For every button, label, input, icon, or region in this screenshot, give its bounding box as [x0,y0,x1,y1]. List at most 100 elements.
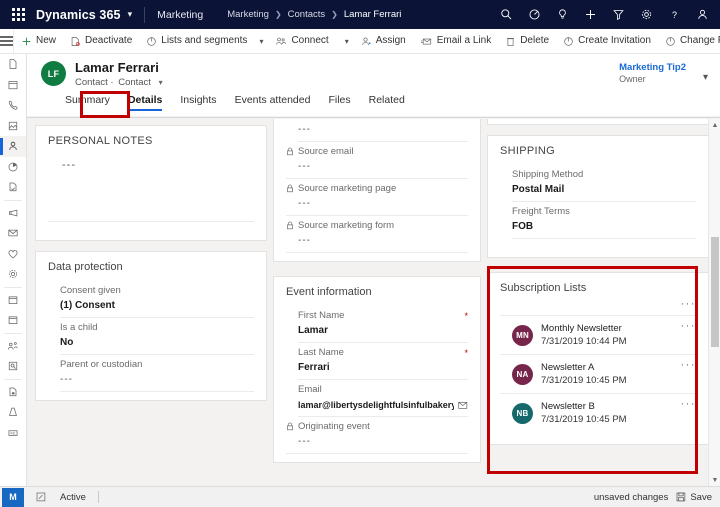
filter-icon[interactable] [604,0,632,29]
sidebar-item-heart[interactable] [0,244,26,265]
source-card: --- Source email --- Source marketing pa… [273,119,481,262]
sidebar-item-page[interactable] [0,402,26,423]
sidebar-item-phone[interactable] [0,95,26,116]
delete-button-label: Delete [520,35,550,46]
sidebar-item-segments[interactable] [0,157,26,178]
save-button[interactable]: Save [676,492,712,503]
deactivate-button[interactable]: Deactivate [63,29,139,54]
chevron-down-icon[interactable]: ▾ [159,78,163,87]
email-a-link-button[interactable]: Email a Link [413,29,498,54]
sidebar-item-calendar2[interactable] [0,310,26,331]
field-label: Last Name [298,347,344,358]
field-email[interactable]: Email lamar@libertysdelightfulsinfulbake… [298,380,468,417]
tab-insights[interactable]: Insights [171,94,225,112]
field-label-row: Source email [286,146,468,157]
plus-icon[interactable] [576,0,604,29]
list-item-overflow-button[interactable]: ··· [681,398,697,410]
lists-and-segments-button[interactable]: Lists and segments [139,29,254,54]
chevron-down-icon[interactable]: ▾ [340,37,354,46]
field-value: Postal Mail [512,184,565,195]
change-password-button[interactable]: Change Password [658,29,720,54]
gauge-icon[interactable] [520,0,548,29]
avatar: NA [512,363,533,385]
owner-info[interactable]: Marketing Tip2 Owner [619,62,686,84]
person-icon[interactable] [688,0,716,29]
events-icon [8,296,18,304]
delete-icon [507,37,515,46]
delete-button[interactable]: Delete [498,29,556,54]
sidebar-item-lead[interactable] [0,356,26,377]
create-invitation-button[interactable]: Create Invitation [556,29,658,54]
search-icon[interactable] [492,0,520,29]
sidebar-item-subscription-lists[interactable] [0,177,26,198]
sidebar-item-events[interactable] [0,290,26,311]
left-navigation-rail: KE M [0,54,27,507]
edit-icon[interactable] [36,492,46,502]
hamburger-icon[interactable] [0,28,14,54]
sidebar-item-settings[interactable] [0,264,26,285]
tab-events-attended-label: Events attended [234,94,311,106]
partial-card-top [487,119,709,125]
field-label-row: Source marketing form [286,220,468,231]
sidebar-item-keyword[interactable]: KE [0,423,26,444]
chevron-down-icon[interactable]: ▾ [254,37,268,46]
chevron-down-icon[interactable]: ▾ [128,9,133,20]
chevron-down-icon[interactable]: ▾ [703,72,708,83]
activity-icon [8,121,18,130]
field-source-top[interactable]: --- [298,119,468,142]
field-label-row: Email [298,384,468,395]
page-title: Lamar Ferrari [75,60,159,75]
scrollbar-thumb[interactable] [711,237,719,347]
field-is-a-child[interactable]: Is a child No [60,318,254,355]
sidebar-item-form[interactable] [0,382,26,403]
app-name[interactable]: Marketing [157,9,203,21]
sidebar-item-calendar[interactable] [0,75,26,96]
lightbulb-icon[interactable] [548,0,576,29]
field-originating-event[interactable]: Originating event --- [286,417,468,454]
list-item[interactable]: MN Monthly Newsletter 7/31/2019 10:44 PM… [500,316,698,355]
gear-icon[interactable] [632,0,660,29]
breadcrumb-item-1[interactable]: Contacts [288,9,326,20]
list-item-overflow-button[interactable]: ··· [681,359,697,371]
sidebar-item-campaign[interactable] [0,203,26,224]
field-source-marketing-page[interactable]: Source marketing page --- [286,179,468,216]
connect-button[interactable]: Connect [268,29,335,54]
tab-events-attended[interactable]: Events attended [226,94,320,112]
breadcrumb-item-2: Lamar Ferrari [343,9,402,20]
scroll-up-icon[interactable]: ▲ [709,119,720,131]
list-item-overflow-button[interactable]: ··· [681,320,697,332]
new-button[interactable]: New [14,29,63,54]
owner-name[interactable]: Marketing Tip2 [619,62,686,73]
assign-button[interactable]: Assign [354,29,413,54]
field-source-email[interactable]: Source email --- [286,142,468,179]
scroll-down-icon[interactable]: ▼ [709,474,720,486]
sidebar-item-email[interactable] [0,223,26,244]
waffle-icon[interactable] [0,8,36,21]
personal-notes-body[interactable]: --- [48,155,254,221]
list-item[interactable]: NB Newsletter B 7/31/2019 10:45 PM ··· [500,394,698,432]
field-last-name[interactable]: Last Name * Ferrari [298,343,468,380]
sidebar-item-recent[interactable] [0,54,26,75]
record-type: Contact [75,77,108,88]
sidebar-item-contacts[interactable] [0,136,26,157]
field-first-name[interactable]: First Name * Lamar [298,306,468,343]
sidebar-item-social[interactable] [0,336,26,357]
tab-summary[interactable]: Summary [65,94,119,112]
tab-details[interactable]: Details [119,94,171,112]
question-icon[interactable]: ? [660,0,688,29]
status-app-badge[interactable]: M [2,487,24,507]
field-shipping-method[interactable]: Shipping Method Postal Mail [512,165,696,202]
field-label: Email [298,384,322,395]
breadcrumb-item-0[interactable]: Marketing [227,9,269,20]
sidebar-item-activity[interactable] [0,116,26,137]
tab-related[interactable]: Related [360,94,414,112]
field-parent-or-custodian[interactable]: Parent or custodian --- [60,355,254,392]
list-item[interactable]: NA Newsletter A 7/31/2019 10:45 PM ··· [500,355,698,394]
field-source-marketing-form[interactable]: Source marketing form --- [286,216,468,253]
tab-files[interactable]: Files [319,94,359,112]
subscription-overflow-button[interactable]: ··· [681,298,697,310]
field-consent-given[interactable]: Consent given (1) Consent [60,281,254,318]
field-freight-terms[interactable]: Freight Terms FOB [512,202,696,239]
vertical-scrollbar[interactable]: ▲ ▼ [708,119,720,486]
